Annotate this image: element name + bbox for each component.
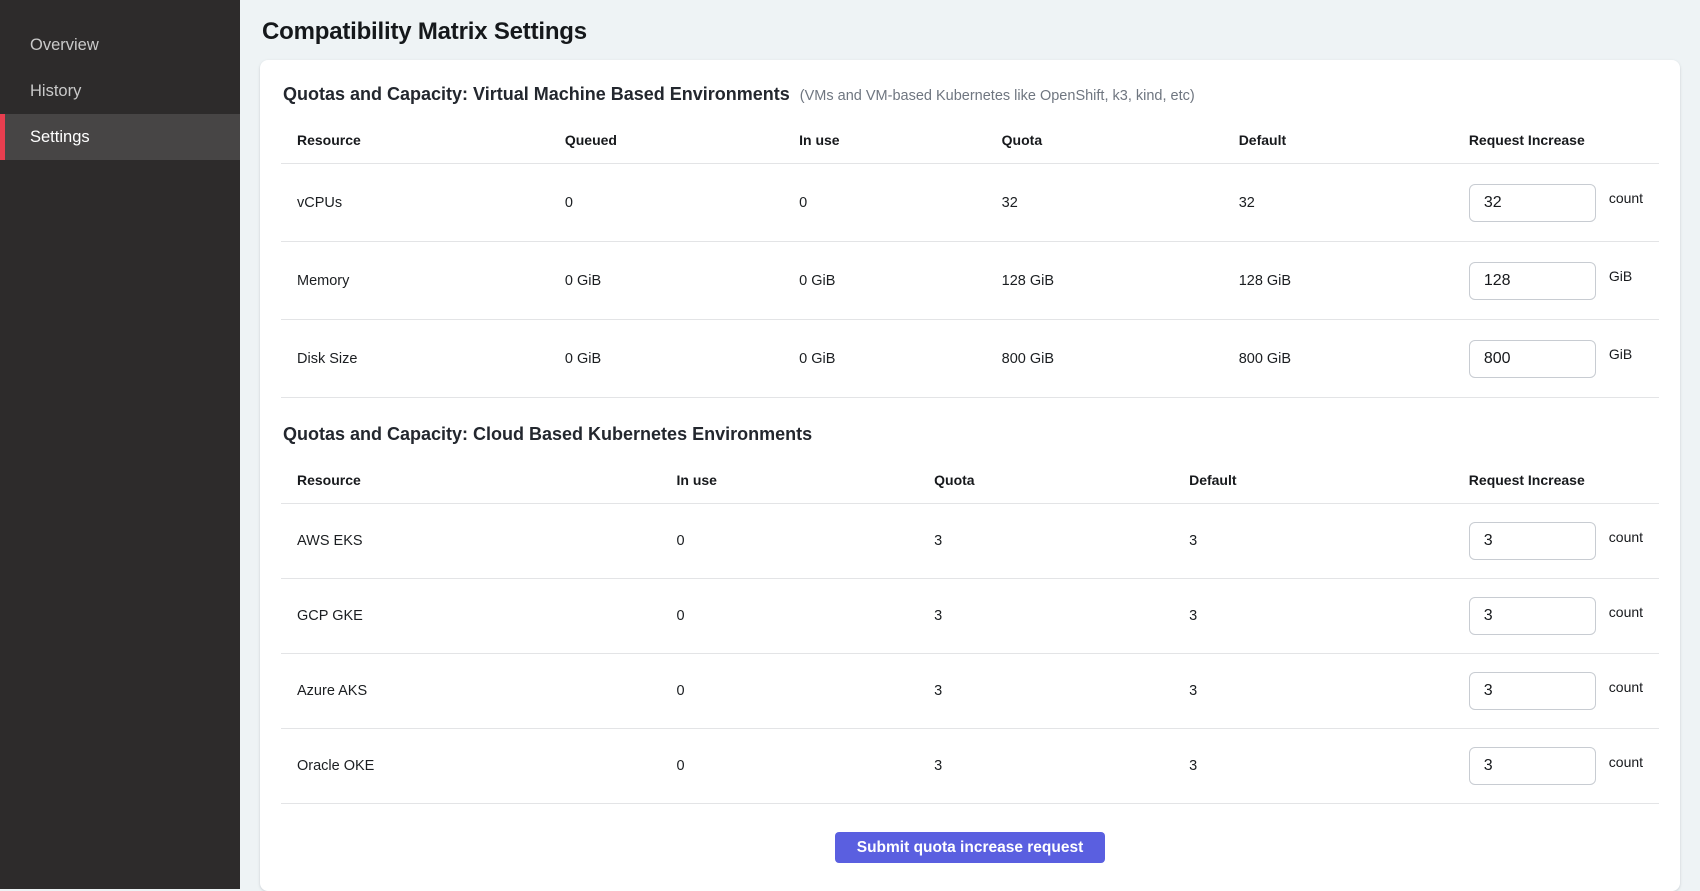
cell-in-use: 0 xyxy=(676,729,934,804)
table-row: Memory0 GiB0 GiB128 GiB128 GiBGiB xyxy=(281,242,1659,320)
resource-name-cell: Disk Size xyxy=(281,320,565,398)
unit-label: count xyxy=(1609,529,1643,545)
unit-label: count xyxy=(1609,679,1643,695)
sidebar-item-label: Overview xyxy=(30,36,99,55)
sidebar-item-label: Settings xyxy=(30,128,90,147)
table-row: Azure AKS033count xyxy=(281,654,1659,729)
column-header-request-increase: Request Increase xyxy=(1469,457,1659,504)
cell-default: 128 GiB xyxy=(1239,242,1469,320)
column-header-request-increase: Request Increase xyxy=(1469,117,1659,164)
column-header-quota: Quota xyxy=(934,457,1189,504)
request-increase-input[interactable] xyxy=(1469,340,1596,378)
column-header-queued: Queued xyxy=(565,117,799,164)
request-increase-cell: count xyxy=(1469,579,1659,654)
vm-section-header: Quotas and Capacity: Virtual Machine Bas… xyxy=(283,84,1659,105)
cell-quota: 3 xyxy=(934,654,1189,729)
cell-quota: 3 xyxy=(934,579,1189,654)
column-header-default: Default xyxy=(1239,117,1469,164)
cell-in-use: 0 GiB xyxy=(799,242,1002,320)
table-row: GCP GKE033count xyxy=(281,579,1659,654)
cloud-table-header-row: Resource In use Quota Default Request In… xyxy=(281,457,1659,504)
cell-quota: 3 xyxy=(934,729,1189,804)
request-increase-cell: count xyxy=(1469,504,1659,579)
column-header-resource: Resource xyxy=(281,117,565,164)
column-header-in-use: In use xyxy=(799,117,1002,164)
cell-default: 800 GiB xyxy=(1239,320,1469,398)
vm-section-subtitle: (VMs and VM-based Kubernetes like OpenSh… xyxy=(800,88,1195,104)
cloud-section-header: Quotas and Capacity: Cloud Based Kuberne… xyxy=(283,424,1659,445)
table-row: vCPUs003232count xyxy=(281,164,1659,242)
sidebar-item-overview[interactable]: Overview xyxy=(0,22,240,68)
resource-name-cell: AWS EKS xyxy=(281,504,676,579)
column-header-default: Default xyxy=(1189,457,1469,504)
submit-quota-request-button[interactable]: Submit quota increase request xyxy=(835,832,1106,863)
unit-label: count xyxy=(1609,190,1643,206)
cell-default: 3 xyxy=(1189,729,1469,804)
cell-default: 3 xyxy=(1189,579,1469,654)
cell-queued: 0 xyxy=(565,164,799,242)
cloud-quota-table: Resource In use Quota Default Request In… xyxy=(281,457,1659,804)
main-content: Compatibility Matrix Settings Quotas and… xyxy=(240,0,1700,889)
unit-label: count xyxy=(1609,754,1643,770)
request-increase-cell: count xyxy=(1469,654,1659,729)
cell-in-use: 0 xyxy=(799,164,1002,242)
resource-name-cell: Memory xyxy=(281,242,565,320)
column-header-quota: Quota xyxy=(1002,117,1239,164)
resource-name-cell: Oracle OKE xyxy=(281,729,676,804)
vm-table-header-row: Resource Queued In use Quota Default Req… xyxy=(281,117,1659,164)
table-row: Disk Size0 GiB0 GiB800 GiB800 GiBGiB xyxy=(281,320,1659,398)
request-increase-cell: GiB xyxy=(1469,242,1659,320)
cell-default: 32 xyxy=(1239,164,1469,242)
active-indicator xyxy=(0,114,5,160)
column-header-in-use: In use xyxy=(676,457,934,504)
sidebar: Overview History Settings xyxy=(0,0,240,889)
resource-name-cell: vCPUs xyxy=(281,164,565,242)
request-increase-input[interactable] xyxy=(1469,672,1596,710)
request-increase-cell: count xyxy=(1469,729,1659,804)
cell-queued: 0 GiB xyxy=(565,320,799,398)
sidebar-item-label: History xyxy=(30,82,81,101)
unit-label: count xyxy=(1609,604,1643,620)
cell-quota: 3 xyxy=(934,504,1189,579)
card-footer: Submit quota increase request xyxy=(281,804,1659,875)
cell-queued: 0 GiB xyxy=(565,242,799,320)
request-increase-input[interactable] xyxy=(1469,597,1596,635)
cell-in-use: 0 xyxy=(676,654,934,729)
resource-name-cell: Azure AKS xyxy=(281,654,676,729)
vm-quota-table: Resource Queued In use Quota Default Req… xyxy=(281,117,1659,398)
cell-quota: 128 GiB xyxy=(1002,242,1239,320)
sidebar-item-settings[interactable]: Settings xyxy=(0,114,240,160)
request-increase-input[interactable] xyxy=(1469,522,1596,560)
table-row: AWS EKS033count xyxy=(281,504,1659,579)
page-title: Compatibility Matrix Settings xyxy=(262,18,1680,46)
cell-default: 3 xyxy=(1189,654,1469,729)
request-increase-input[interactable] xyxy=(1469,747,1596,785)
vm-section-title: Quotas and Capacity: Virtual Machine Bas… xyxy=(283,84,790,105)
settings-card: Quotas and Capacity: Virtual Machine Bas… xyxy=(260,60,1680,891)
request-increase-cell: GiB xyxy=(1469,320,1659,398)
request-increase-input[interactable] xyxy=(1469,184,1596,222)
table-row: Oracle OKE033count xyxy=(281,729,1659,804)
sidebar-item-history[interactable]: History xyxy=(0,68,240,114)
cell-quota: 32 xyxy=(1002,164,1239,242)
request-increase-input[interactable] xyxy=(1469,262,1596,300)
cell-in-use: 0 GiB xyxy=(799,320,1002,398)
cell-in-use: 0 xyxy=(676,504,934,579)
cell-default: 3 xyxy=(1189,504,1469,579)
resource-name-cell: GCP GKE xyxy=(281,579,676,654)
unit-label: GiB xyxy=(1609,268,1632,284)
cell-quota: 800 GiB xyxy=(1002,320,1239,398)
cell-in-use: 0 xyxy=(676,579,934,654)
request-increase-cell: count xyxy=(1469,164,1659,242)
unit-label: GiB xyxy=(1609,346,1632,362)
cloud-section-title: Quotas and Capacity: Cloud Based Kuberne… xyxy=(283,424,812,445)
column-header-resource: Resource xyxy=(281,457,676,504)
